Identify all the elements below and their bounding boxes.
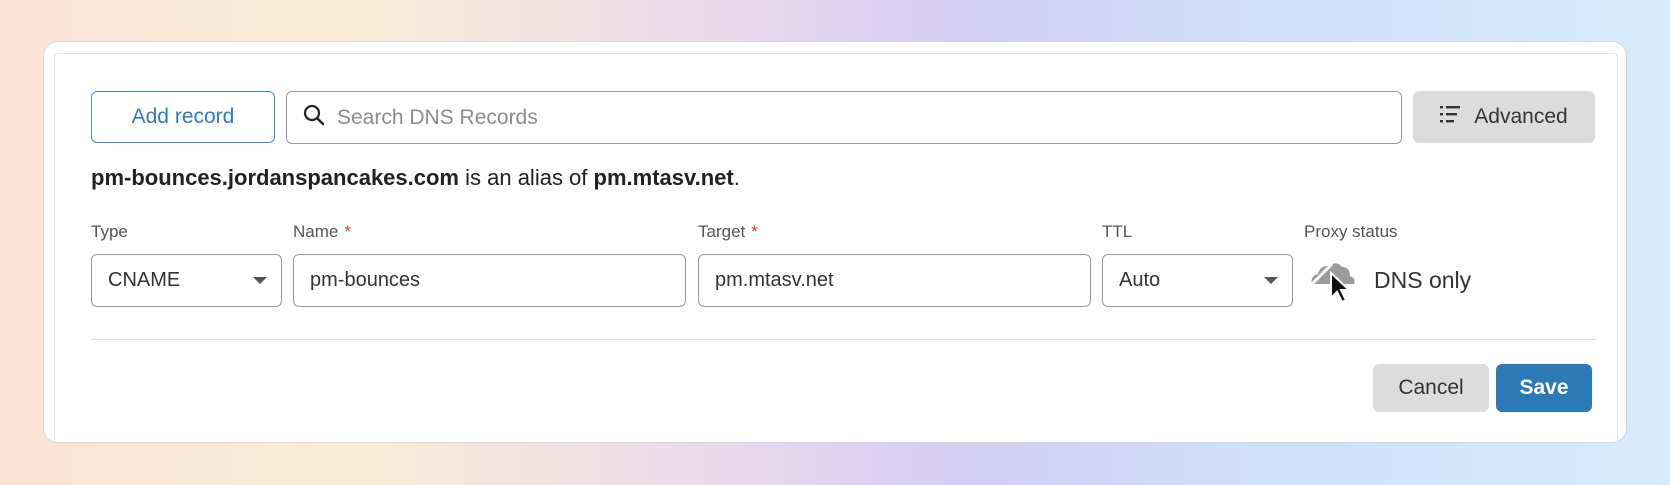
cancel-label: Cancel (1398, 376, 1464, 399)
name-input[interactable]: pm-bounces (293, 254, 686, 307)
target-label: Target * (698, 222, 758, 241)
advanced-button[interactable]: Advanced (1413, 91, 1595, 143)
proxy-status-toggle[interactable]: DNS only (1304, 258, 1472, 303)
add-record-button[interactable]: Add record (91, 91, 275, 143)
target-input[interactable]: pm.mtasv.net (698, 254, 1091, 307)
target-value: pm.mtasv.net (715, 269, 834, 291)
search-icon (303, 104, 325, 131)
cancel-button[interactable]: Cancel (1373, 364, 1489, 412)
required-marker: * (751, 222, 758, 241)
form-divider (91, 339, 1596, 340)
alias-end: . (733, 165, 740, 190)
dns-record-editor: Add record Search DNS Records Advanced p… (44, 42, 1626, 443)
background-frame: Add record Search DNS Records Advanced p… (0, 0, 1670, 485)
chevron-down-icon (253, 277, 267, 284)
list-filter-icon (1440, 105, 1462, 129)
alias-notice: pm-bounces.jordanspancakes.com is an ali… (91, 165, 740, 191)
alias-host: pm-bounces.jordanspancakes.com (91, 165, 459, 190)
alias-middle-text: is an alias of (459, 165, 594, 190)
type-label: Type (91, 222, 128, 241)
ttl-value: Auto (1119, 269, 1161, 291)
ttl-label: TTL (1102, 222, 1133, 241)
chevron-down-icon (1264, 277, 1278, 284)
ttl-select[interactable]: Auto (1102, 254, 1293, 307)
advanced-label: Advanced (1474, 105, 1568, 128)
proxy-status-value: DNS only (1374, 266, 1472, 293)
save-button[interactable]: Save (1496, 364, 1592, 412)
editor-inner: Add record Search DNS Records Advanced p… (54, 53, 1618, 443)
required-marker: * (344, 222, 351, 241)
cloud-icon (1304, 254, 1360, 307)
save-label: Save (1519, 376, 1569, 399)
proxy-status-label: Proxy status (1304, 222, 1398, 241)
name-value: pm-bounces (310, 269, 421, 291)
type-value: CNAME (108, 269, 181, 291)
type-select[interactable]: CNAME (91, 254, 282, 307)
search-box[interactable] (286, 91, 1402, 144)
add-record-label: Add record (131, 105, 235, 128)
alias-target: pm.mtasv.net (593, 165, 734, 190)
search-input[interactable] (335, 104, 1339, 131)
name-label: Name * (293, 222, 351, 241)
